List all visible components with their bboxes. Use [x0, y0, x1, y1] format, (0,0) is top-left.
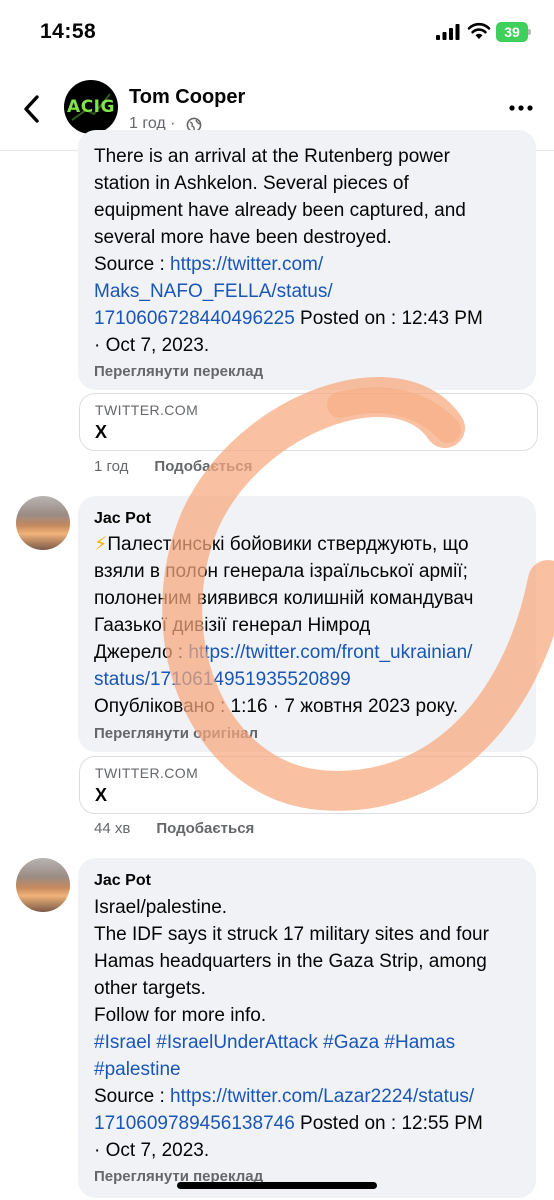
text-line: Israel/palestine.	[94, 897, 228, 918]
posted-date: Опубліковано : 1:16 · 7 жовтня 2023 року…	[94, 696, 459, 717]
link-preview-card[interactable]: TWITTER.COM X	[79, 756, 538, 814]
text-line: There is an arrival at the Rutenberg pow…	[94, 146, 450, 167]
posted-date: · Oct 7, 2023.	[94, 335, 210, 356]
author-name[interactable]: Tom Cooper	[129, 86, 245, 109]
source-link[interactable]: Maks_NAFO_FELLA/status/	[94, 281, 333, 302]
comment-time: 44 хв	[94, 820, 131, 837]
comment-text: Israel/palestine. The IDF says it struck…	[94, 894, 530, 1164]
cellular-signal-icon	[436, 24, 460, 40]
link-domain: TWITTER.COM	[95, 765, 199, 781]
text-line: Гаазької дивізії генерал Німрод	[94, 615, 371, 636]
comment-meta: 44 хв Подобається	[94, 820, 254, 837]
link-preview-card[interactable]: TWITTER.COM X	[79, 393, 538, 451]
comment-time: 1 год	[94, 458, 129, 475]
hashtags[interactable]: #palestine	[94, 1056, 530, 1083]
source-label: Джерело :	[94, 642, 189, 663]
text-line: The IDF says it struck 17 military sites…	[94, 924, 489, 945]
text-line: полоненим виявився колишній командувач	[94, 588, 474, 609]
link-title: X	[95, 785, 108, 805]
posted-label: Posted on : 12:55 PM	[294, 1113, 483, 1134]
wifi-icon	[467, 22, 491, 39]
commenter-avatar[interactable]	[16, 858, 70, 912]
link-title: X	[95, 422, 108, 442]
see-translation-link[interactable]: Переглянути переклад	[94, 363, 263, 380]
comment-text: There is an arrival at the Rutenberg pow…	[94, 143, 524, 359]
like-button[interactable]: Подобається	[154, 458, 252, 475]
more-options-icon[interactable]	[509, 104, 533, 112]
hashtags[interactable]: #Israel #IsraelUnderAttack #Gaza #Hamas	[94, 1029, 530, 1056]
home-indicator	[177, 1182, 377, 1189]
source-link[interactable]: 1710609789456138746	[94, 1113, 295, 1134]
battery-icon: 39	[496, 22, 531, 42]
avatar-logo-text: ACIG	[67, 97, 115, 117]
lightning-emoji-icon: ⚡	[94, 534, 108, 555]
author-avatar[interactable]: ACIG	[64, 80, 118, 134]
battery-level: 39	[496, 22, 528, 42]
source-link[interactable]: https://twitter.com/Lazar2224/status/	[170, 1086, 474, 1107]
status-bar: 14:58 39	[0, 0, 554, 66]
source-link[interactable]: https://twitter.com/front_ukrainian/	[188, 642, 472, 663]
like-button[interactable]: Подобається	[156, 820, 254, 837]
text-line: several more have been destroyed.	[94, 227, 392, 248]
source-label: Source :	[94, 1086, 171, 1107]
text-line: station in Ashkelon. Several pieces of	[94, 173, 409, 194]
text-line: Палестинські бойовики стверджують, що	[107, 534, 469, 555]
status-time: 14:58	[40, 20, 97, 43]
text-line: Hamas headquarters in the Gaza Strip, am…	[94, 951, 487, 972]
back-arrow-icon[interactable]	[20, 94, 44, 124]
text-line: взяли в полон генерала ізраїльської армі…	[94, 561, 468, 582]
source-link[interactable]: status/1710614951935520899	[94, 669, 351, 690]
commenter-avatar[interactable]	[16, 496, 70, 550]
commenter-name[interactable]: Jac Pot	[94, 510, 151, 528]
comment-meta: 1 год Подобається	[94, 458, 252, 475]
source-link[interactable]: 1710606728440496225	[94, 308, 295, 329]
posted-label: Posted on : 12:43 PM	[294, 308, 483, 329]
comment-text: ⚡Палестинські бойовики стверджують, що в…	[94, 531, 530, 720]
posted-date: · Oct 7, 2023.	[94, 1140, 210, 1161]
commenter-name[interactable]: Jac Pot	[94, 872, 151, 890]
text-line: other targets.	[94, 978, 206, 999]
text-line: Follow for more info.	[94, 1005, 267, 1026]
link-domain: TWITTER.COM	[95, 402, 199, 418]
source-label: Source :	[94, 254, 171, 275]
see-original-link[interactable]: Переглянути оригінал	[94, 725, 258, 742]
text-line: equipment have already been captured, an…	[94, 200, 466, 221]
source-link[interactable]: https://twitter.com/	[170, 254, 323, 275]
